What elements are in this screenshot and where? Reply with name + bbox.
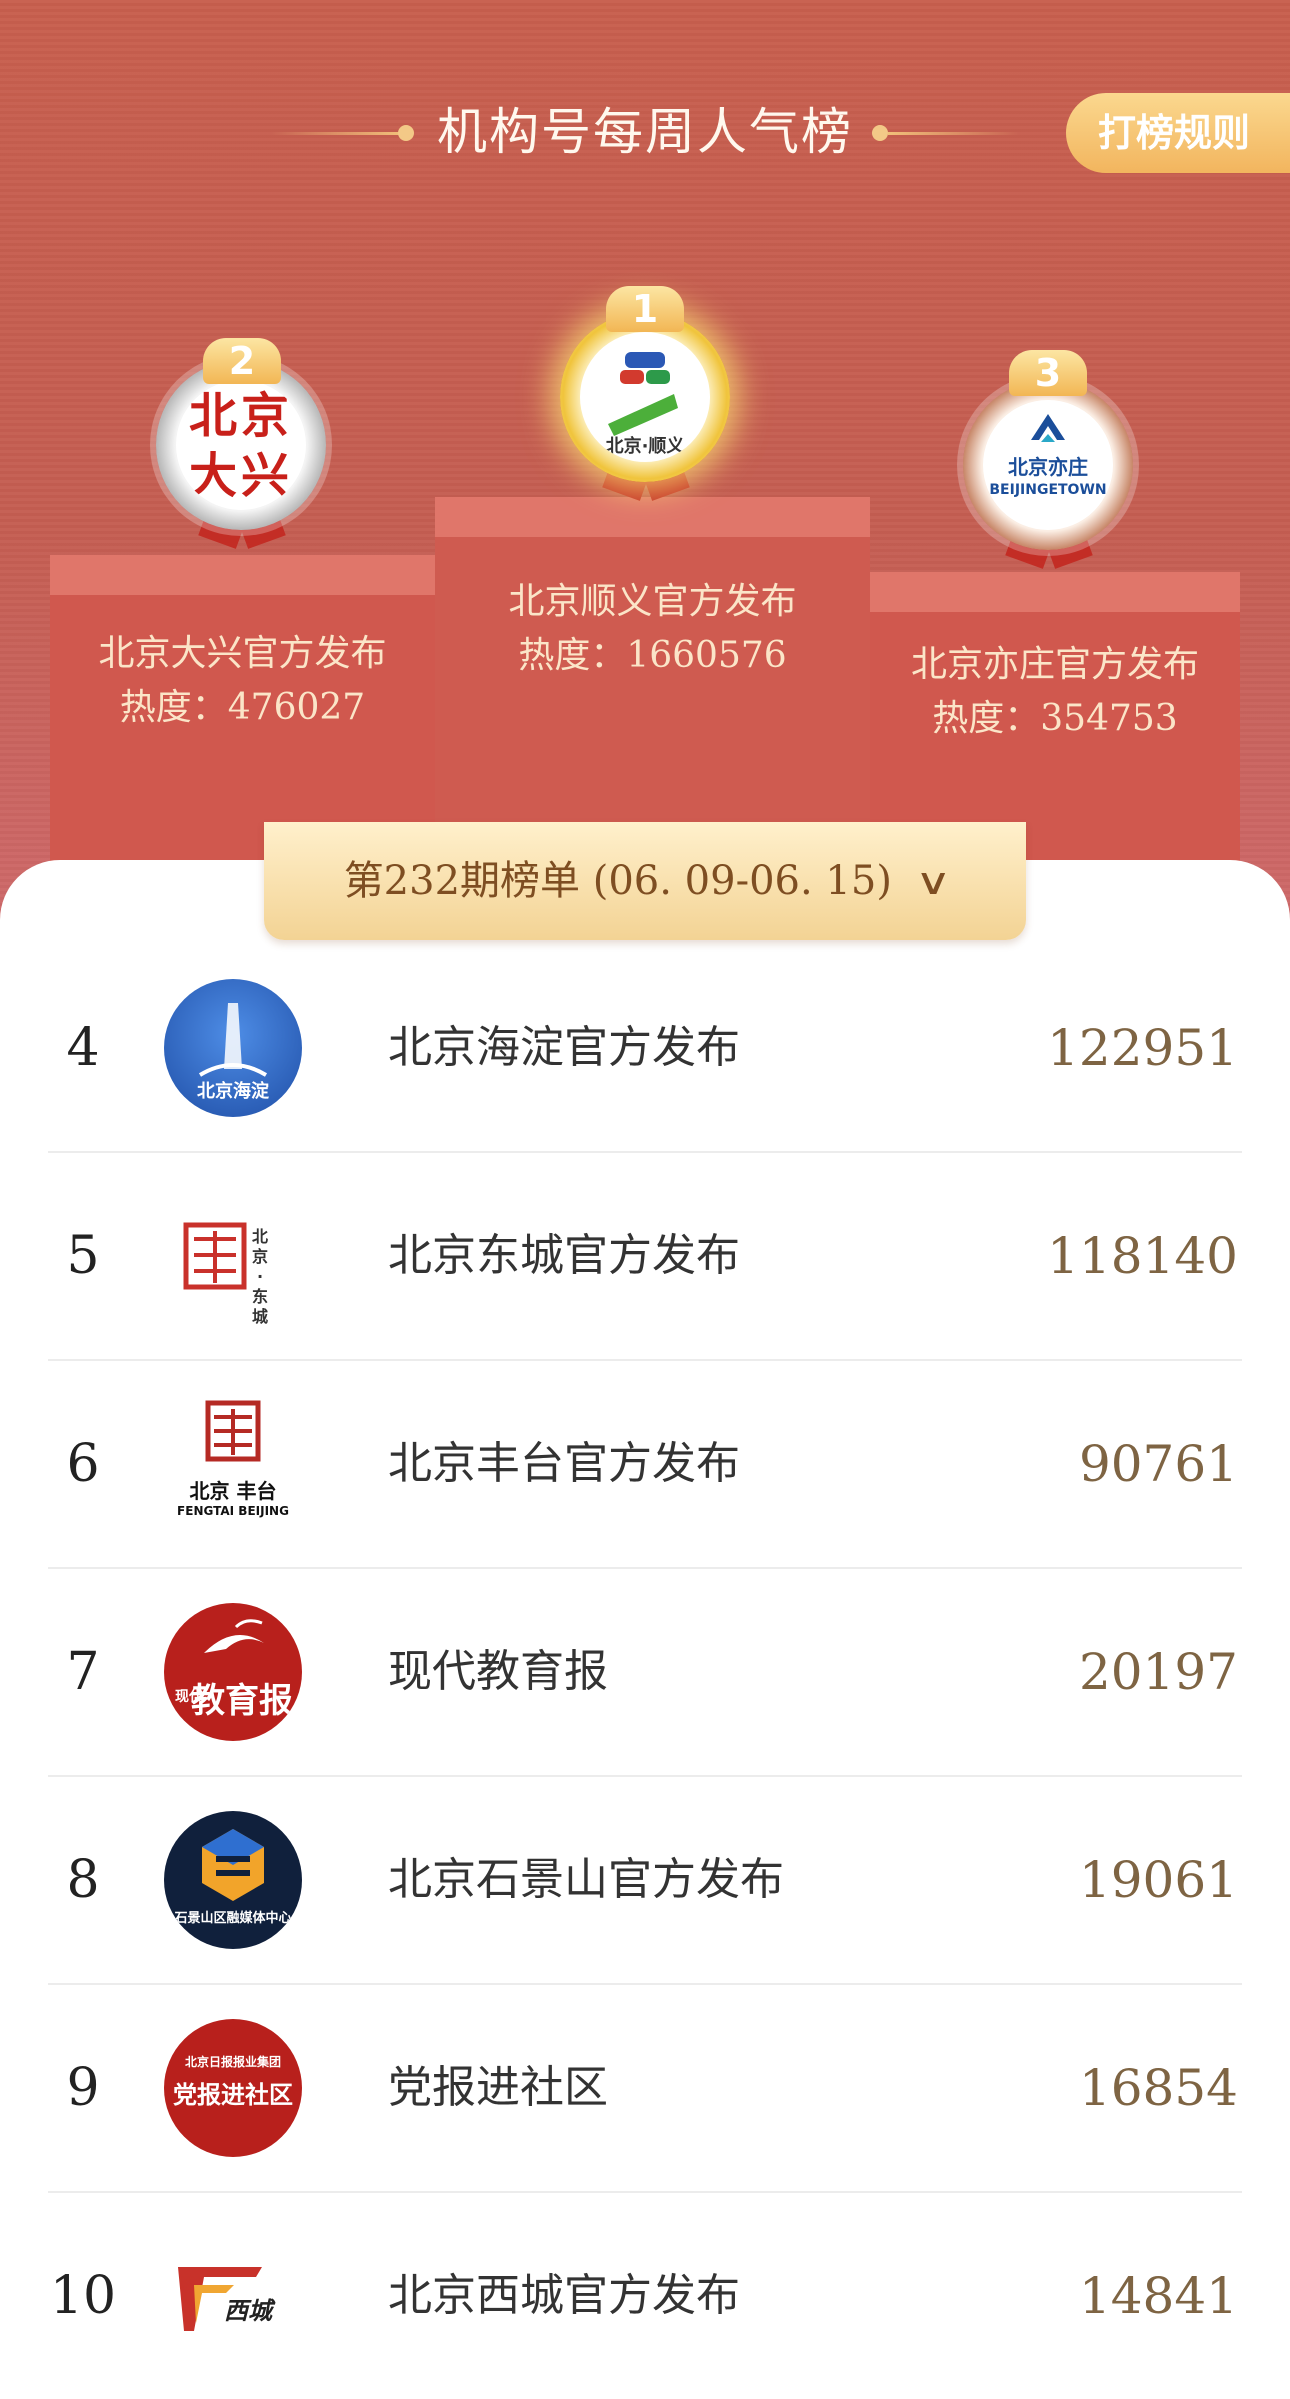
score-value: 90761 xyxy=(1078,1435,1238,1493)
title-decor-left xyxy=(272,132,402,135)
logo-text: 石景山区融媒体中心 xyxy=(174,1911,292,1926)
daxing-logo: 北京大兴 xyxy=(176,380,306,510)
ranking-header: 机构号每周人气榜 打榜规则 北京大兴官方发布 热度：476027 北京亦庄官方发… xyxy=(0,0,1290,960)
logo-small-text: 北京日报报业集团 xyxy=(184,2055,281,2069)
fengtai-logo: 北京 丰台 FENGTAI BEIJING xyxy=(164,1395,302,1533)
period-label: 第232期榜单 (06. 09-06. 15) xyxy=(343,858,892,904)
medal-first: 北京·顺义 xyxy=(560,312,730,501)
period-selector[interactable]: 第232期榜单 (06. 09-06. 15) ∨ xyxy=(264,822,1026,940)
heat-value: 476027 xyxy=(227,687,366,728)
title-dot-left xyxy=(398,125,414,141)
logo-small-text: 现代 xyxy=(175,1689,203,1705)
fengtai-seal-icon xyxy=(205,1400,261,1462)
rank-number: 4 xyxy=(66,1018,100,1078)
haidian-logo: 北京海淀 xyxy=(164,979,302,1117)
medal-second: 北京大兴 xyxy=(156,360,326,549)
rank-badge-third: 3 xyxy=(1009,350,1087,396)
heat-label: 热度： xyxy=(932,698,1041,739)
logo-text: 北京 丰台 xyxy=(189,1479,277,1503)
list-item[interactable]: 6 北京 丰台 FENGTAI BEIJING 北京丰台官方发布 90761 xyxy=(48,1361,1242,1569)
party-news-logo: 北京日报报业集团 党报进社区 xyxy=(164,2019,302,2157)
list-item[interactable]: 4 北京海淀 北京海淀官方发布 122951 xyxy=(48,945,1242,1153)
list-item[interactable]: 5 北京·东城 北京东城官方发布 118140 xyxy=(48,1153,1242,1361)
heat-value: 1660576 xyxy=(626,635,787,676)
podium-third-heat: 热度：354753 xyxy=(870,692,1240,746)
logo-wordmark: 现代教育报 xyxy=(172,1673,296,1722)
account-name: 北京东城官方发布 xyxy=(388,1230,740,1281)
podium-third-top xyxy=(870,572,1240,612)
score-value: 122951 xyxy=(1047,1019,1238,1077)
list-item[interactable]: 9 北京日报报业集团 党报进社区 党报进社区 16854 xyxy=(48,1985,1242,2193)
score-value: 19061 xyxy=(1078,1851,1238,1909)
logo-text: 教育报 xyxy=(191,1681,293,1721)
heat-value: 354753 xyxy=(1040,698,1178,739)
logo-text: 北京·顺义 xyxy=(605,436,685,457)
hexagon-s-icon xyxy=(202,1829,264,1901)
rank-badge-second: 2 xyxy=(203,338,281,384)
chevron-down-icon: ∨ xyxy=(914,862,952,903)
yizhuang-logo: 北京亦庄 BEIJINGETOWN xyxy=(983,400,1113,530)
logo-text: 北京亦庄 xyxy=(1008,455,1088,479)
rank-number: 7 xyxy=(66,1642,100,1702)
podium-second-name: 北京大兴官方发布 xyxy=(98,633,387,674)
title-decor-right xyxy=(888,132,1018,135)
dongcheng-logo: 北京·东城 xyxy=(164,1187,302,1325)
podium-first-heat: 热度：1660576 xyxy=(435,629,870,683)
rank-badge-first: 1 xyxy=(606,286,684,332)
education-news-logo: 现代教育报 xyxy=(164,1603,302,1741)
podium-third-name: 北京亦庄官方发布 xyxy=(910,644,1199,685)
logo-subtext: BEIJINGETOWN xyxy=(989,482,1107,498)
logo-text: 西城 xyxy=(224,2297,272,2325)
shijingshan-logo: 石景山区融媒体中心 xyxy=(164,1811,302,1949)
xicheng-logo: 西城 xyxy=(164,2227,302,2365)
rules-button[interactable]: 打榜规则 xyxy=(1066,93,1290,173)
medal-third: 北京亦庄 BEIJINGETOWN xyxy=(963,380,1133,569)
account-name: 北京石景山官方发布 xyxy=(388,1854,784,1905)
rank-number: 6 xyxy=(66,1434,100,1494)
ranking-list: 4 北京海淀 北京海淀官方发布 122951 5 北京·东城 北京东城官方发布 … xyxy=(0,945,1290,2399)
podium-first-top xyxy=(435,497,870,537)
title-dot-right xyxy=(872,125,888,141)
score-value: 14841 xyxy=(1078,2267,1238,2325)
bird-emblem-icon xyxy=(204,1619,264,1653)
account-name: 现代教育报 xyxy=(388,1646,608,1697)
score-value: 16854 xyxy=(1078,2059,1238,2117)
logo-subtext: FENGTAI BEIJING xyxy=(177,1504,289,1518)
list-item[interactable]: 8 石景山区融媒体中心 北京石景山官方发布 19061 xyxy=(48,1777,1242,1985)
score-value: 118140 xyxy=(1047,1227,1238,1285)
logo-text: 党报进社区 xyxy=(173,2081,293,2109)
logo-text: 北京海淀 xyxy=(197,1081,269,1102)
score-value: 20197 xyxy=(1078,1643,1238,1701)
rank-number: 8 xyxy=(66,1850,100,1910)
logo-text: 北京大兴 xyxy=(188,388,293,504)
heat-label: 热度： xyxy=(119,687,228,728)
account-name: 党报进社区 xyxy=(388,2062,608,2113)
logo-text: 北京·东城 xyxy=(251,1227,268,1325)
account-name: 北京海淀官方发布 xyxy=(388,1022,740,1073)
podium-second-heat: 热度：476027 xyxy=(50,681,435,735)
account-name: 北京西城官方发布 xyxy=(388,2270,740,2321)
account-name: 北京丰台官方发布 xyxy=(388,1438,740,1489)
dongcheng-seal-icon xyxy=(183,1222,247,1290)
rank-number: 10 xyxy=(49,2266,117,2326)
list-item[interactable]: 10 西城 北京西城官方发布 14841 xyxy=(48,2193,1242,2399)
list-item[interactable]: 7 现代教育报 现代教育报 20197 xyxy=(48,1569,1242,1777)
podium-second-top xyxy=(50,555,435,595)
heat-label: 热度： xyxy=(518,635,627,676)
rank-number: 9 xyxy=(66,2058,100,2118)
shunyi-logo: 北京·顺义 xyxy=(580,332,710,462)
rank-number: 5 xyxy=(66,1226,100,1286)
page-title: 机构号每周人气榜 xyxy=(437,103,853,161)
podium-first-name: 北京顺义官方发布 xyxy=(508,581,797,622)
